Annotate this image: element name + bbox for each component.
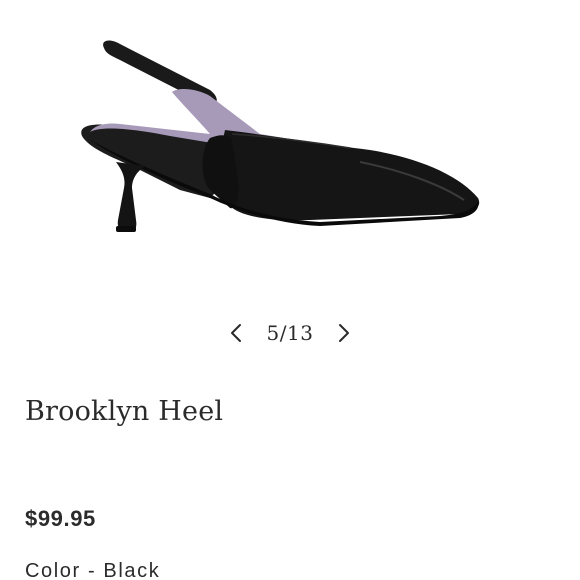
product-price: $99.95 bbox=[25, 506, 96, 531]
color-separator: - bbox=[87, 560, 97, 580]
image-counter: 5/13 bbox=[266, 321, 314, 345]
color-selection: Color - Black bbox=[25, 560, 160, 580]
product-page: 5/13 Brooklyn Heel $99.95 Color - Black bbox=[0, 0, 580, 580]
image-carousel-nav: 5/13 bbox=[0, 318, 580, 348]
heel-tip bbox=[116, 226, 136, 232]
shoe-vamp bbox=[220, 130, 480, 221]
shoe-heel bbox=[116, 162, 146, 230]
chevron-left-icon[interactable] bbox=[227, 321, 245, 345]
chevron-right-icon[interactable] bbox=[335, 321, 353, 345]
color-label: Color bbox=[25, 560, 81, 580]
product-image[interactable] bbox=[60, 30, 500, 250]
color-value: Black bbox=[103, 560, 161, 580]
product-title: Brooklyn Heel bbox=[25, 396, 224, 427]
